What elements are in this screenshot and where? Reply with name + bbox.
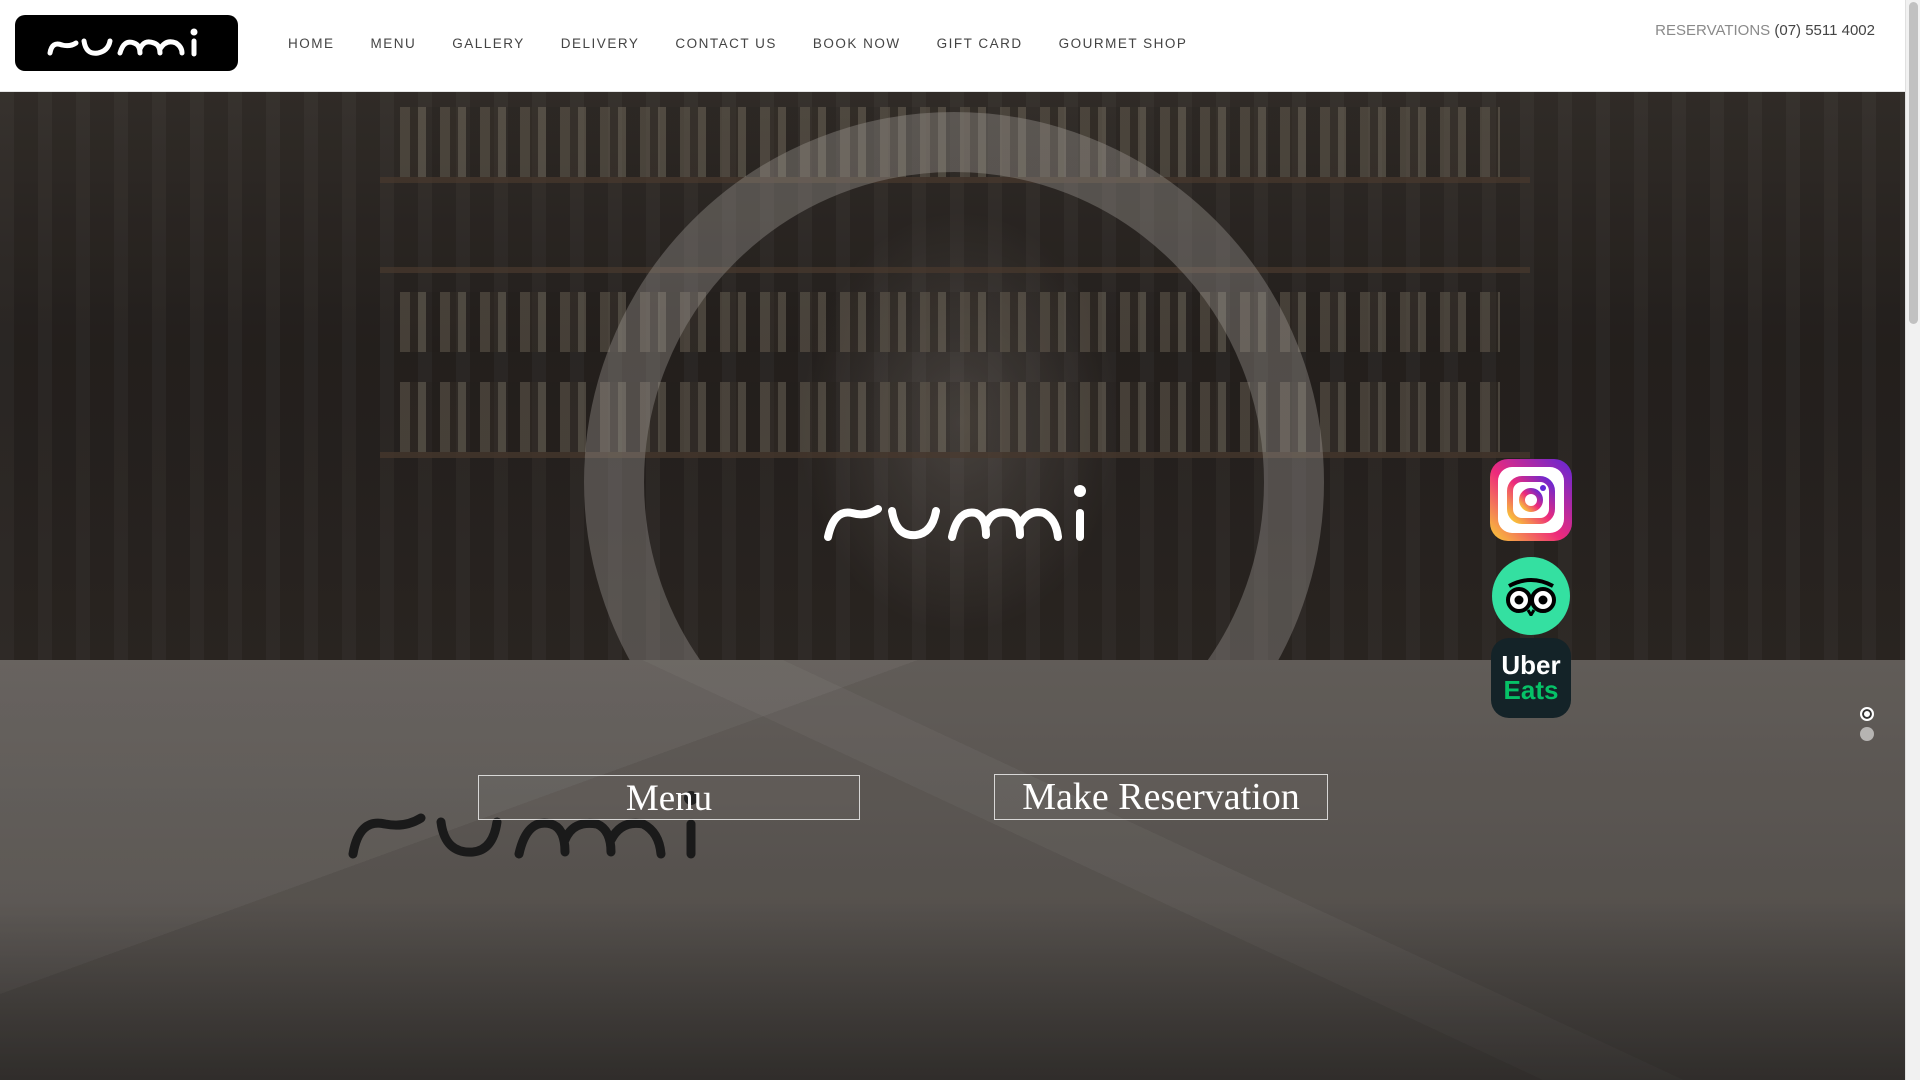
instagram-glyph bbox=[1507, 476, 1555, 524]
slider-pagination bbox=[1860, 707, 1874, 741]
main-nav: HOME MENU GALLERY DELIVERY CONTACT US BO… bbox=[270, 36, 1205, 52]
rumi-logo[interactable] bbox=[15, 15, 238, 71]
uber-eats-link[interactable]: Uber Eats bbox=[1491, 638, 1571, 718]
slider-dot-2[interactable] bbox=[1860, 727, 1874, 741]
hero-slider: Menu Make Reservation Uber Eats bbox=[0, 92, 1905, 1080]
nav-gourmet-shop[interactable]: GOURMET SHOP bbox=[1041, 36, 1206, 52]
uber-eats-label-bottom: Eats bbox=[1503, 675, 1559, 705]
reservations-phone[interactable]: (07) 5511 4002 bbox=[1774, 22, 1875, 39]
tripadvisor-link[interactable] bbox=[1492, 557, 1570, 635]
instagram-icon bbox=[1498, 467, 1564, 533]
tripadvisor-icon bbox=[1506, 578, 1556, 616]
scrollbar-thumb[interactable] bbox=[1909, 2, 1918, 324]
reservations-label: RESERVATIONS bbox=[1655, 22, 1771, 39]
nav-menu[interactable]: MENU bbox=[353, 36, 435, 52]
page-scrollbar[interactable] bbox=[1905, 0, 1920, 1080]
nav-book-now[interactable]: BOOK NOW bbox=[795, 36, 919, 52]
nav-contact-us[interactable]: CONTACT US bbox=[657, 36, 795, 52]
menu-button[interactable]: Menu bbox=[478, 775, 860, 820]
nav-gift-card[interactable]: GIFT CARD bbox=[919, 36, 1041, 52]
image-overlay bbox=[0, 92, 1905, 1080]
reservations-info: RESERVATIONS (07) 5511 4002 bbox=[1655, 22, 1875, 39]
rumi-logo-wordmark bbox=[47, 28, 197, 57]
slider-dot-1[interactable] bbox=[1860, 707, 1874, 721]
nav-gallery[interactable]: GALLERY bbox=[434, 36, 543, 52]
instagram-link[interactable] bbox=[1490, 459, 1572, 541]
nav-home[interactable]: HOME bbox=[270, 36, 353, 52]
make-reservation-button[interactable]: Make Reservation bbox=[994, 774, 1328, 820]
social-links: Uber Eats bbox=[1490, 459, 1572, 734]
site-header: HOME MENU GALLERY DELIVERY CONTACT US BO… bbox=[0, 0, 1905, 92]
hero-rumi-logo bbox=[824, 485, 1086, 541]
nav-delivery[interactable]: DELIVERY bbox=[543, 36, 658, 52]
